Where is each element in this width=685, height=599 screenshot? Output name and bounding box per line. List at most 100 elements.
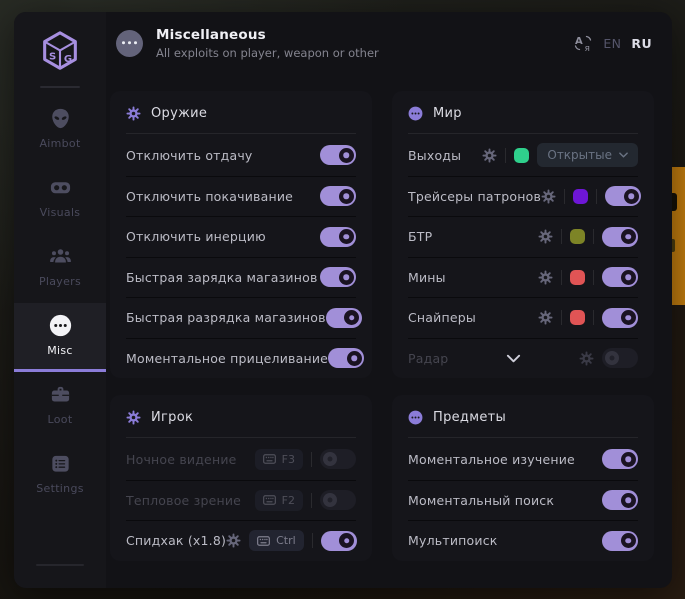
row-label: Трейсеры патронов	[408, 189, 541, 204]
control-separator	[593, 229, 594, 244]
logo-divider	[40, 86, 80, 88]
control-separator	[505, 148, 506, 163]
toggle[interactable]	[320, 186, 356, 206]
row-label: Отключить отдачу	[126, 148, 253, 163]
gear-icon[interactable]	[541, 189, 556, 204]
section-world: МирВыходы ОткрытыеТрейсеры патронов БТР …	[392, 91, 654, 378]
toggle[interactable]	[326, 308, 362, 328]
toggle[interactable]	[320, 227, 356, 247]
sidebar-item-settings[interactable]: Settings	[14, 441, 106, 510]
gear-icon[interactable]	[538, 229, 553, 244]
expand-chevron-icon[interactable]	[506, 351, 521, 366]
row-label: Мультипоиск	[408, 533, 498, 548]
sidebar-item-aimbot[interactable]: Aimbot	[14, 96, 106, 165]
toggle-knob	[323, 493, 337, 507]
toggle[interactable]	[602, 490, 638, 510]
color-swatch[interactable]	[570, 229, 585, 244]
feature-row: Моментальный поиск	[408, 480, 638, 521]
gear-icon[interactable]	[538, 270, 553, 285]
toggle[interactable]	[602, 449, 638, 469]
color-swatch[interactable]	[514, 148, 529, 163]
sidebar-item-players[interactable]: Players	[14, 234, 106, 303]
cheat-menu-window: SG S G Aimbot Visuals Players Misc Loot …	[14, 12, 672, 588]
key-badge[interactable]: Ctrl	[249, 530, 304, 551]
row-label: Моментальный поиск	[408, 493, 554, 508]
toggle-knob	[605, 351, 619, 365]
row-label: Радар	[408, 351, 448, 366]
toggle-knob	[323, 452, 337, 466]
gear-icon[interactable]	[538, 310, 553, 325]
row-label: Моментальное изучение	[408, 452, 575, 467]
toggle[interactable]	[602, 308, 638, 328]
row-controls	[538, 308, 638, 328]
sidebar-item-misc[interactable]: Misc	[14, 303, 106, 372]
toggle[interactable]	[320, 267, 356, 287]
key-badge[interactable]: F2	[255, 490, 303, 511]
section-header: Предметы	[408, 395, 638, 437]
gear-icon[interactable]	[482, 148, 497, 163]
title-block: Miscellaneous All exploits on player, we…	[156, 27, 379, 60]
row-controls	[579, 348, 638, 368]
sidebar: SG S G Aimbot Visuals Players Misc Loot …	[14, 12, 106, 588]
keyboard-icon	[263, 454, 276, 464]
feature-row: Спидхак (x1.8) Ctrl	[126, 520, 356, 561]
color-swatch[interactable]	[570, 310, 585, 325]
toggle[interactable]	[320, 490, 356, 510]
toggle-knob	[339, 270, 354, 285]
key-badge[interactable]: F3	[255, 449, 303, 470]
row-controls	[602, 449, 638, 469]
translate-icon: A я	[573, 33, 593, 53]
toggle[interactable]	[328, 348, 364, 368]
gear-icon[interactable]	[579, 351, 594, 366]
toggle[interactable]	[321, 531, 357, 551]
section-header: Оружие	[126, 91, 356, 133]
color-swatch[interactable]	[570, 270, 585, 285]
list-icon	[49, 452, 72, 475]
toggle[interactable]	[602, 348, 638, 368]
sidebar-item-loot[interactable]: Loot	[14, 372, 106, 441]
feature-row: Тепловое зрение F2	[126, 480, 356, 521]
row-label: БТР	[408, 229, 432, 244]
section-title: Оружие	[151, 106, 207, 121]
section-header: Игрок	[126, 395, 356, 437]
control-separator	[596, 189, 597, 204]
feature-row: Мины	[408, 257, 638, 298]
toggle-knob	[621, 229, 636, 244]
sidebar-item-label: Players	[39, 275, 81, 288]
row-controls	[538, 227, 638, 247]
content: Оружие Отключить отдачу Отключить покачива…	[106, 74, 672, 588]
row-controls	[538, 267, 638, 287]
row-label: Быстрая разрядка магазинов	[126, 310, 326, 325]
feature-row: Отключить покачивание	[126, 176, 356, 217]
toggle[interactable]	[605, 186, 641, 206]
dropdown[interactable]: Открытые	[537, 143, 638, 167]
toggle[interactable]	[320, 145, 356, 165]
row-label: Снайперы	[408, 310, 476, 325]
row-label: Мины	[408, 270, 446, 285]
feature-row: Быстрая зарядка магазинов	[126, 257, 356, 298]
control-separator	[561, 229, 562, 244]
section-weapon: Оружие Отключить отдачу Отключить покачива…	[110, 91, 372, 378]
gear-icon[interactable]	[226, 533, 241, 548]
page-header: Miscellaneous All exploits on player, we…	[106, 12, 672, 74]
lang-ru[interactable]: RU	[631, 36, 652, 51]
svg-text:G: G	[64, 54, 72, 65]
sidebar-bottom-divider	[36, 564, 84, 566]
row-controls: F3	[255, 449, 356, 470]
alien-icon	[49, 107, 72, 130]
lang-en[interactable]: EN	[603, 36, 621, 51]
toggle[interactable]	[602, 227, 638, 247]
row-label: Ночное видение	[126, 452, 237, 467]
sidebar-item-visuals[interactable]: Visuals	[14, 165, 106, 234]
toggle-knob	[624, 189, 639, 204]
toggle-knob	[344, 310, 359, 325]
toggle[interactable]	[320, 449, 356, 469]
toggle[interactable]	[602, 531, 638, 551]
row-controls	[602, 531, 638, 551]
section-divider	[408, 133, 638, 134]
row-label: Моментальное прицеливание	[126, 351, 328, 366]
control-separator	[561, 270, 562, 285]
control-separator	[561, 310, 562, 325]
toggle[interactable]	[602, 267, 638, 287]
color-swatch[interactable]	[573, 189, 588, 204]
